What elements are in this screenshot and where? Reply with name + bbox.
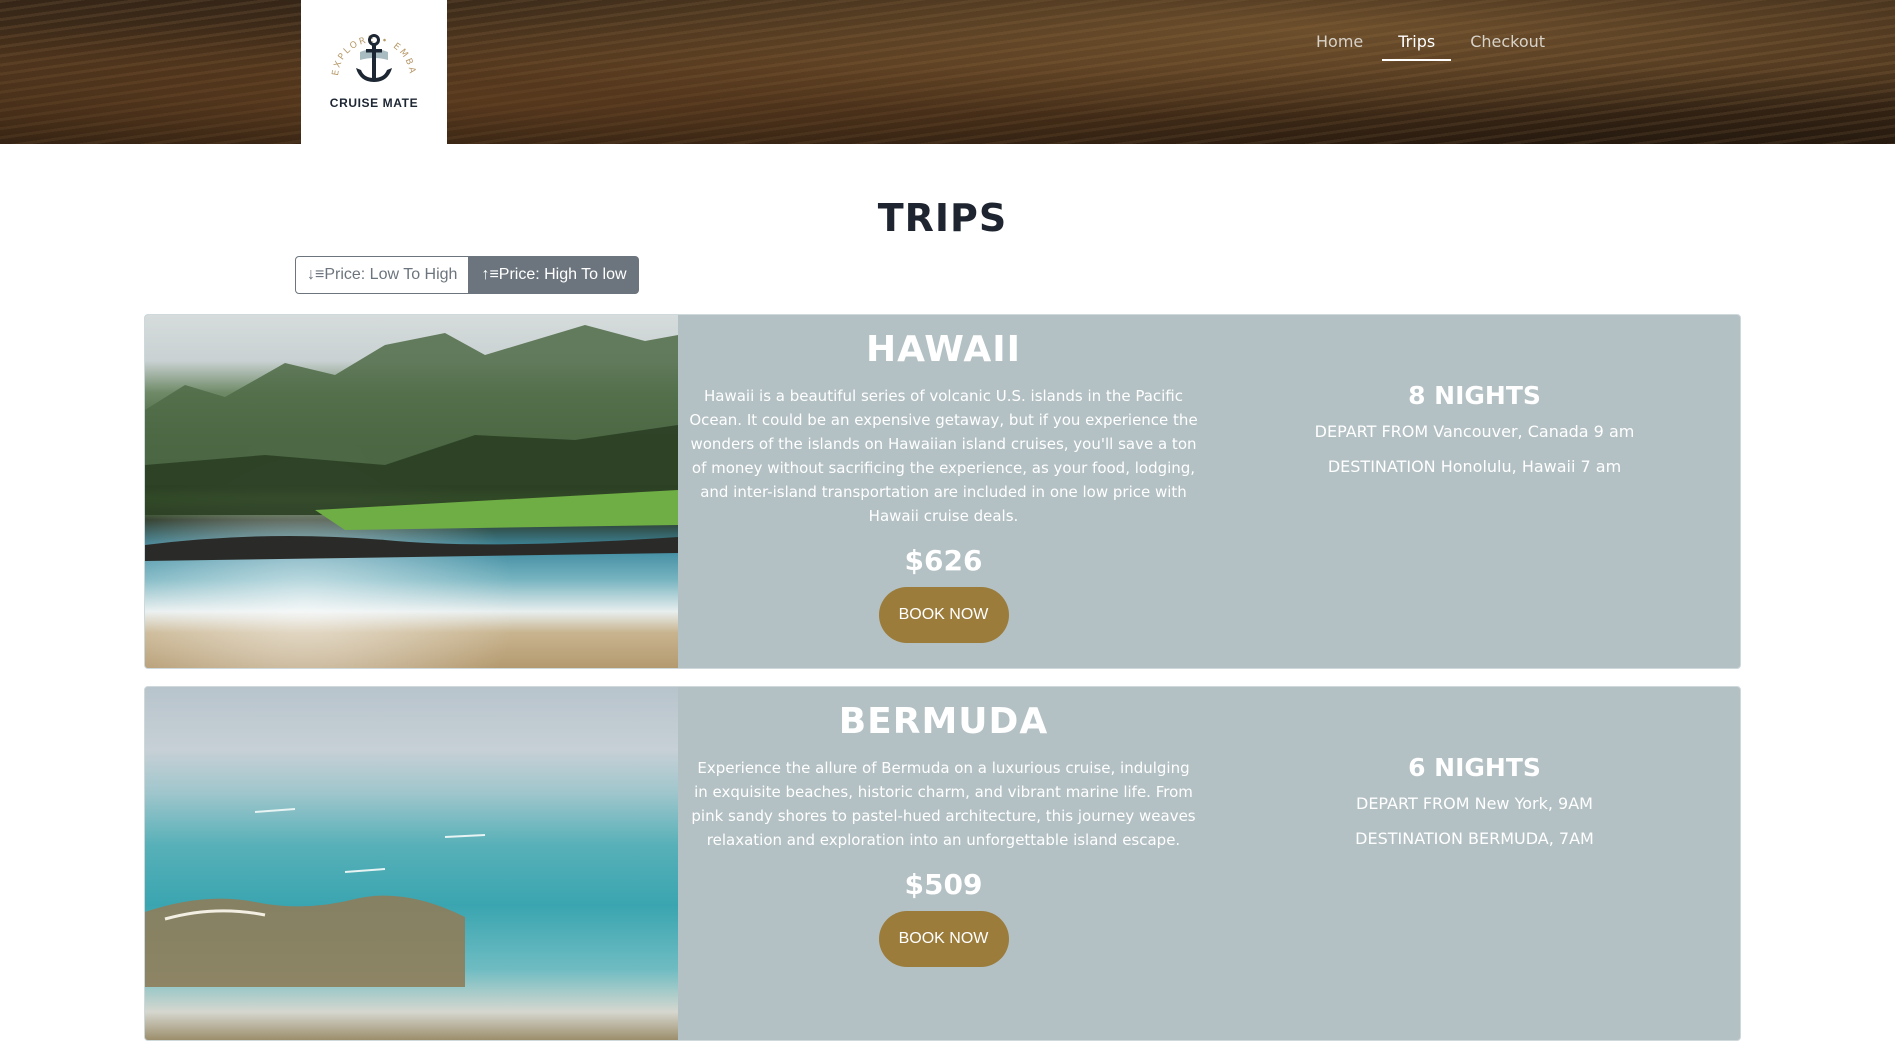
main-nav: Home Trips Checkout	[1300, 30, 1564, 61]
trip-card-bermuda: BERMUDA Experience the allure of Bermuda…	[144, 686, 1741, 1041]
trip-info-bermuda: 6 NIGHTS DEPART FROM New York, 9AM DESTI…	[1209, 687, 1740, 1040]
trip-destination: HAWAII	[865, 329, 1022, 370]
header-hero: EXPLORE • EMBARK • ENJOY! CRUISE MATE Ho…	[0, 0, 1895, 144]
book-now-button[interactable]: BOOK NOW	[878, 587, 1009, 643]
trip-description: Hawaii is a beautiful series of volcanic…	[689, 387, 1198, 525]
trip-description: Experience the allure of Bermuda on a lu…	[691, 759, 1196, 849]
page-title: TRIPS	[877, 196, 1008, 240]
trip-depart: DEPART FROM Vancouver, Canada 9 am	[1314, 422, 1635, 441]
trip-price: $626	[904, 544, 983, 577]
logo-text: CRUISE MATE	[329, 96, 419, 110]
trip-main-hawaii: HAWAII Hawaii is a beautiful series of v…	[678, 315, 1209, 668]
book-now-button[interactable]: BOOK NOW	[878, 911, 1009, 967]
trip-nights: 8 NIGHTS	[1408, 381, 1541, 410]
trip-card-hawaii: HAWAII Hawaii is a beautiful series of v…	[144, 314, 1741, 669]
coast-shape	[145, 808, 486, 987]
anchor-logo-icon: EXPLORE • EMBARK • ENJOY!	[326, 16, 417, 82]
svg-text:EXPLORE • EMBARK • ENJOY!: EXPLORE • EMBARK • ENJOY!	[326, 16, 417, 76]
sort-button-group: ↓≡Price: Low To High ↑≡Price: High To lo…	[295, 256, 639, 294]
nav-checkout[interactable]: Checkout	[1454, 30, 1561, 61]
mountain-shape	[145, 325, 678, 561]
trip-image-bermuda	[145, 687, 678, 1040]
nav-home[interactable]: Home	[1300, 30, 1379, 61]
trip-destination-detail: DESTINATION BERMUDA, 7AM	[1355, 829, 1594, 848]
nav-trips[interactable]: Trips	[1382, 30, 1452, 61]
trip-destination: BERMUDA	[838, 701, 1049, 742]
trip-info-hawaii: 8 NIGHTS DEPART FROM Vancouver, Canada 9…	[1209, 315, 1740, 668]
trip-image-hawaii	[145, 315, 678, 668]
sort-price-low-to-high-button[interactable]: ↓≡Price: Low To High	[295, 256, 470, 294]
trip-destination-detail: DESTINATION Honolulu, Hawaii 7 am	[1327, 457, 1622, 476]
logo[interactable]: EXPLORE • EMBARK • ENJOY! CRUISE MATE	[301, 0, 447, 144]
trip-nights: 6 NIGHTS	[1408, 753, 1541, 782]
sort-price-high-to-low-button[interactable]: ↑≡Price: High To low	[469, 256, 639, 294]
logo-tagline: EXPLORE • EMBARK • ENJOY!	[326, 16, 415, 76]
trip-price: $509	[904, 868, 983, 901]
trip-main-bermuda: BERMUDA Experience the allure of Bermuda…	[678, 687, 1209, 1040]
trip-depart: DEPART FROM New York, 9AM	[1356, 794, 1593, 813]
